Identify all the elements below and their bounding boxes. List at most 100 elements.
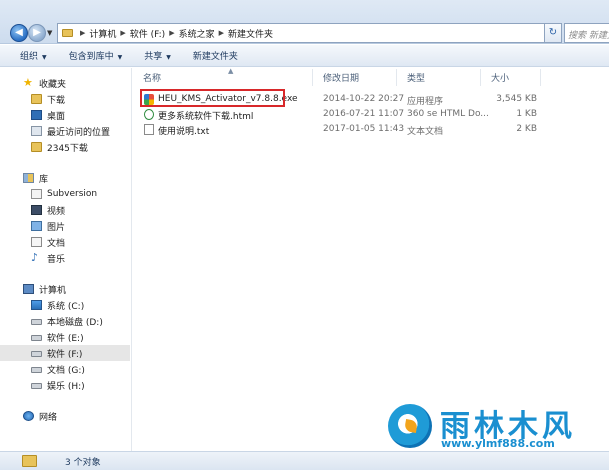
- organize-label: 组织: [20, 52, 39, 62]
- sidebar-item-drive-c[interactable]: 系统 (C:): [31, 297, 84, 313]
- file-name: 使用说明.txt: [158, 127, 210, 137]
- sidebar-item-pictures[interactable]: 图片: [31, 218, 65, 234]
- column-label: 修改日期: [323, 74, 360, 84]
- sidebar-label: 文档: [47, 238, 66, 249]
- column-header-modified[interactable]: 修改日期: [313, 69, 397, 86]
- star-icon: ★: [23, 76, 33, 89]
- file-list[interactable]: ▲ 名称 修改日期 类型 大小 HEU_KMS_Activator_v7.8.8…: [133, 67, 609, 451]
- sidebar-item-favorites[interactable]: ★ 收藏夹: [23, 75, 66, 91]
- sidebar-item-2345-downloads[interactable]: 2345下载: [31, 139, 88, 155]
- sidebar-item-drive-h[interactable]: 娱乐 (H:): [31, 377, 85, 393]
- breadcrumb-drive-f[interactable]: 软件 (F:): [130, 27, 165, 40]
- chevron-right-icon[interactable]: ▶: [219, 29, 224, 37]
- file-size: 1 KB: [516, 109, 537, 119]
- sidebar-label: 软件 (E:): [47, 333, 84, 344]
- file-modified: 2014-10-22 20:27: [323, 94, 405, 104]
- video-icon: [31, 205, 42, 215]
- file-type: 360 se HTML Do...: [407, 109, 489, 119]
- chevron-right-icon[interactable]: ▶: [80, 29, 85, 37]
- sidebar-item-drive-g[interactable]: 文档 (G:): [31, 361, 85, 377]
- organize-menu[interactable]: 组织 ▼: [20, 49, 47, 62]
- navigation-pane[interactable]: ★ 收藏夹 下载 桌面 最近访问的位置 2345下载 库 Subversion 视…: [0, 68, 132, 451]
- txt-icon: [144, 124, 154, 135]
- network-globe-icon: [23, 411, 34, 421]
- column-header-size[interactable]: 大小: [481, 69, 541, 86]
- sidebar-label: 软件 (F:): [47, 349, 83, 360]
- sidebar-item-drive-d[interactable]: 本地磁盘 (D:): [31, 313, 103, 329]
- caret-down-icon: ▼: [117, 54, 123, 61]
- breadcrumb-system-home[interactable]: 系统之家: [179, 27, 215, 40]
- chevron-right-icon[interactable]: ▶: [169, 29, 174, 37]
- sidebar-item-subversion[interactable]: Subversion: [31, 186, 97, 202]
- sidebar-item-libraries[interactable]: 库: [23, 170, 48, 186]
- library-icon: [23, 173, 34, 183]
- sidebar-item-drive-f[interactable]: 软件 (F:): [0, 345, 130, 361]
- column-header-type[interactable]: 类型: [397, 69, 481, 86]
- hard-drive-icon: [31, 367, 42, 373]
- breadcrumb-new-folder[interactable]: 新建文件夹: [228, 27, 273, 40]
- forward-button[interactable]: ▶: [28, 24, 46, 42]
- sidebar-label: 视频: [47, 206, 66, 217]
- address-input[interactable]: ▶ 计算机 ▶ 软件 (F:) ▶ 系统之家 ▶ 新建文件夹 ▼: [57, 23, 559, 43]
- item-count: 3 个对象: [65, 457, 101, 468]
- picture-icon: [31, 221, 42, 231]
- back-button[interactable]: ◀: [10, 24, 28, 42]
- sidebar-item-network[interactable]: 网络: [23, 408, 57, 424]
- command-toolbar: 组织 ▼ 包含到库中 ▼ 共享 ▼ 新建文件夹: [0, 45, 609, 67]
- sidebar-item-downloads[interactable]: 下载: [31, 91, 65, 107]
- music-note-icon: ♪: [31, 251, 39, 264]
- breadcrumb-computer[interactable]: 计算机: [89, 27, 116, 40]
- sidebar-label: 娱乐 (H:): [47, 381, 85, 392]
- sidebar-label: 网络: [39, 412, 58, 423]
- file-type: 应用程序: [407, 97, 444, 107]
- file-modified: 2017-01-05 11:43: [323, 124, 405, 134]
- sidebar-item-documents[interactable]: 文档: [31, 234, 65, 250]
- document-icon: [31, 237, 42, 247]
- sidebar-item-recent[interactable]: 最近访问的位置: [31, 123, 110, 139]
- sidebar-item-videos[interactable]: 视频: [31, 202, 65, 218]
- desktop-icon: [31, 110, 42, 120]
- sidebar-label: 下载: [47, 95, 66, 106]
- hard-drive-icon: [31, 319, 42, 325]
- file-modified: 2016-07-21 11:07: [323, 109, 405, 119]
- sidebar-label: 本地磁盘 (D:): [47, 317, 103, 328]
- caret-down-icon: ▼: [166, 54, 171, 61]
- recent-pages-dropdown-icon[interactable]: ▼: [47, 29, 52, 37]
- hard-drive-icon: [31, 383, 42, 389]
- file-type: 文本文档: [407, 127, 444, 137]
- chevron-right-icon[interactable]: ▶: [120, 29, 125, 37]
- search-input[interactable]: 搜索 新建文件夹: [564, 23, 609, 43]
- arrow-left-icon: ◀: [15, 27, 23, 38]
- highlight-box: [140, 89, 285, 107]
- system-drive-icon: [31, 300, 42, 310]
- refresh-button[interactable]: ↻: [544, 23, 562, 43]
- sidebar-item-computer[interactable]: 计算机: [23, 281, 66, 297]
- recent-places-icon: [31, 126, 42, 136]
- new-folder-button[interactable]: 新建文件夹: [193, 49, 238, 62]
- include-library-label: 包含到库中: [68, 52, 114, 62]
- sidebar-label: 系统 (C:): [47, 301, 85, 312]
- share-menu[interactable]: 共享 ▼: [144, 49, 171, 62]
- sidebar-label: 收藏夹: [39, 79, 67, 90]
- file-name: 更多系统软件下载.html: [158, 112, 254, 122]
- sidebar-label: 2345下载: [47, 143, 88, 154]
- html-icon: [144, 109, 154, 120]
- column-label: 大小: [491, 74, 510, 84]
- include-library-menu[interactable]: 包含到库中 ▼: [69, 49, 123, 62]
- sidebar-item-drive-e[interactable]: 软件 (E:): [31, 329, 84, 345]
- sort-ascending-icon: ▲: [228, 67, 234, 75]
- table-row[interactable]: 使用说明.txt 2017-01-05 11:43 文本文档 2 KB: [133, 122, 609, 137]
- column-header-name[interactable]: ▲ 名称: [133, 67, 313, 86]
- hard-drive-icon: [31, 335, 42, 341]
- sidebar-item-music[interactable]: ♪ 音乐: [31, 250, 65, 266]
- sidebar-label: Subversion: [47, 189, 98, 199]
- sidebar-label: 库: [39, 174, 49, 185]
- hard-drive-icon: [31, 351, 42, 357]
- file-size: 2 KB: [516, 124, 537, 134]
- sidebar-label: 图片: [47, 222, 66, 233]
- table-row[interactable]: 更多系统软件下载.html 2016-07-21 11:07 360 se HT…: [133, 107, 609, 122]
- sidebar-item-desktop[interactable]: 桌面: [31, 107, 65, 123]
- column-label: 类型: [407, 74, 426, 84]
- folder-icon: [62, 29, 73, 37]
- sidebar-label: 计算机: [39, 285, 67, 296]
